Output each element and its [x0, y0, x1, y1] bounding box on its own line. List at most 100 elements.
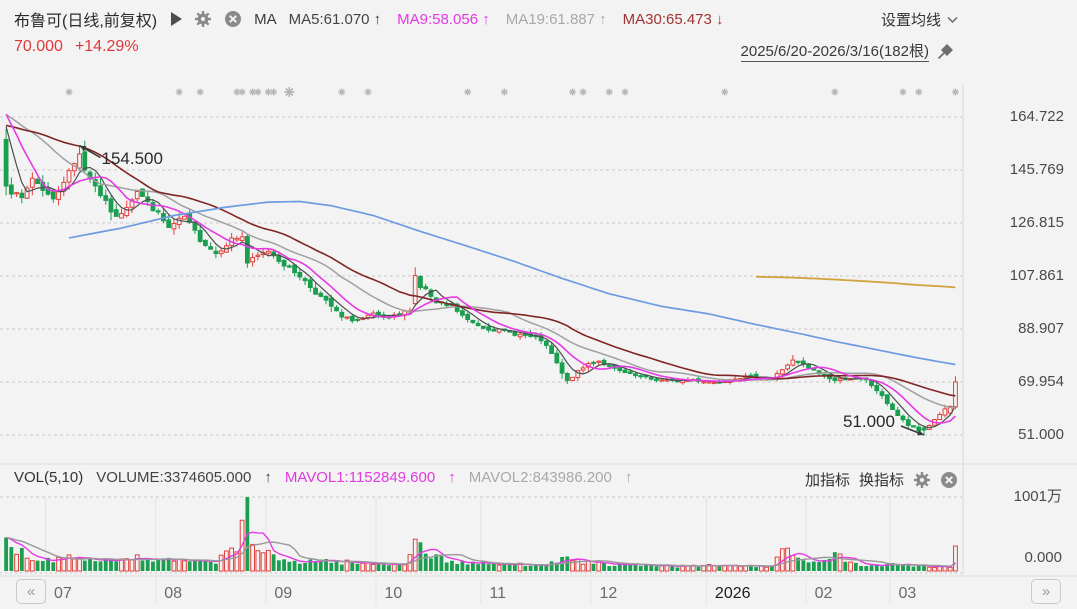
- volume-bar: [303, 562, 307, 571]
- volume-bar: [276, 560, 281, 571]
- volume-bar: [659, 565, 665, 572]
- candle-body-down: [203, 239, 208, 246]
- time-axis-label-2026: 2026: [714, 585, 751, 602]
- time-axis-label-10: 10: [384, 585, 403, 602]
- candle-body-down: [648, 376, 654, 380]
- time-axis-label-11: 11: [489, 585, 506, 602]
- event-marker-icon: [340, 90, 344, 94]
- ma-settings-button[interactable]: 设置均线: [881, 9, 958, 30]
- volume-bar: [837, 553, 843, 572]
- volume-bar: [539, 565, 543, 571]
- volume-bar: [198, 560, 203, 571]
- candle-body-down: [208, 246, 214, 250]
- mavol2-arrow: ↑: [624, 469, 633, 486]
- volume-bar: [450, 560, 454, 571]
- candle-body-up: [365, 314, 371, 318]
- candle-body-up: [659, 379, 665, 382]
- volume-settings-gear-icon[interactable]: [913, 471, 931, 489]
- volume-bar: [895, 565, 900, 571]
- annotation-label: 51.000: [842, 412, 895, 431]
- volume-bar: [203, 561, 208, 571]
- candle-body-down: [564, 372, 570, 381]
- volume-bar: [365, 562, 371, 572]
- candle-body-up: [119, 213, 124, 219]
- candle-body-up: [134, 190, 140, 200]
- volume-bar: [512, 564, 517, 571]
- volume-bar: [790, 555, 796, 572]
- chart-plot-area[interactable]: [0, 0, 1077, 609]
- candle-body-down: [905, 419, 911, 426]
- candle-body-down: [113, 209, 119, 217]
- candle-body-up: [701, 381, 707, 384]
- volume-bar: [156, 560, 161, 571]
- volume-bar: [806, 562, 811, 571]
- add-indicator-button[interactable]: 加指标: [805, 469, 850, 490]
- candle-body-up: [790, 359, 796, 366]
- candle-body-up: [570, 376, 575, 382]
- volume-bar: [455, 564, 460, 571]
- play-button[interactable]: [171, 12, 183, 26]
- volume-bar: [675, 567, 680, 571]
- time-axis-label-08: 08: [164, 585, 182, 602]
- candle-body-up: [29, 177, 35, 188]
- change-percent: +14.29%: [74, 38, 139, 55]
- volume-bar: [722, 565, 728, 572]
- volume-bar: [649, 565, 654, 571]
- candle-body-down: [591, 361, 596, 364]
- volume-bar: [654, 566, 659, 571]
- volume-value: VOLUME:3374605.000: [96, 469, 252, 486]
- volume-bar: [187, 561, 192, 571]
- volume-bar: [496, 564, 502, 572]
- volume-bar: [98, 561, 103, 571]
- candle-body-down: [916, 426, 922, 432]
- scroll-left-button[interactable]: «: [16, 579, 46, 604]
- volume-bar: [911, 566, 916, 571]
- candle-body-down: [627, 371, 633, 374]
- volume-bar: [140, 560, 145, 571]
- event-marker-icon: [251, 90, 255, 94]
- pin-icon[interactable]: [936, 42, 955, 61]
- volume-bar: [355, 563, 360, 571]
- ma-settings-gear-icon[interactable]: [194, 10, 212, 28]
- candle-body-up: [265, 250, 271, 254]
- volume-bar: [134, 554, 140, 572]
- volume-bar: [696, 566, 701, 571]
- volume-bar: [19, 548, 24, 571]
- candle-body-up: [77, 153, 82, 169]
- volume-bar: [623, 564, 627, 571]
- volume-bar: [801, 560, 806, 571]
- chart-header: 布鲁可(日线,前复权) MA MA5:61.070 ↑ MA9:58.056 ↑ M…: [14, 7, 724, 31]
- candle-body-up: [344, 316, 350, 319]
- candle-body-down: [470, 319, 476, 324]
- volume-close-icon[interactable]: [940, 471, 958, 489]
- volume-bar: [628, 564, 633, 571]
- candle-body-up: [937, 414, 943, 421]
- volume-bar: [465, 564, 470, 571]
- volume-bar: [265, 549, 271, 572]
- ma-close-icon[interactable]: [224, 10, 242, 28]
- time-axis-label-03: 03: [898, 585, 917, 602]
- candle-body-down: [213, 250, 219, 255]
- switch-indicator-button[interactable]: 换指标: [859, 469, 904, 490]
- volume-bar: [607, 566, 612, 571]
- volume-bar: [591, 563, 596, 571]
- candle-body-down: [465, 313, 471, 320]
- volume-bar: [387, 565, 391, 571]
- volume-bar: [953, 545, 958, 572]
- volume-bar: [596, 561, 602, 572]
- candle-body-down: [197, 230, 203, 242]
- candle-body-down: [281, 260, 287, 267]
- volume-bar: [764, 566, 770, 572]
- candle-body-down: [3, 138, 9, 187]
- date-range-link[interactable]: 2025/6/20-2026/3/16(182根): [740, 40, 929, 62]
- scroll-right-button[interactable]: »: [1031, 579, 1061, 604]
- volume-bar: [916, 565, 921, 571]
- volume-bar: [580, 563, 586, 572]
- price-axis-label: 164.722: [1009, 108, 1064, 125]
- volume-bar: [853, 562, 858, 571]
- volume-bar: [145, 558, 150, 571]
- candle-body-up: [779, 369, 785, 375]
- candle-body-up: [56, 191, 61, 200]
- candle-body-down: [423, 286, 429, 290]
- volume-bar: [869, 565, 874, 571]
